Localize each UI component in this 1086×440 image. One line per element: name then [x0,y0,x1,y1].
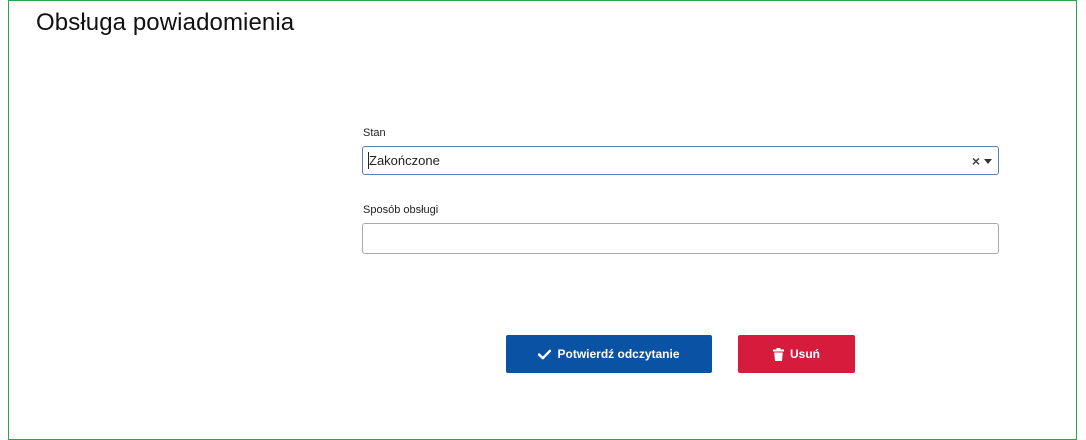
handling-method-label: Sposób obsługi [363,204,439,216]
check-icon [538,349,552,360]
status-label: Stan [363,127,386,139]
notification-handling-panel: Obsługa powiadomienia Stan Zakończone × … [8,0,1077,440]
confirm-read-label: Potwierdź odczytanie [557,347,680,361]
handling-method-input[interactable] [362,223,999,254]
delete-button[interactable]: Usuń [738,335,855,373]
clear-icon[interactable]: × [972,152,980,170]
status-select[interactable]: Zakończone × [362,146,999,175]
status-select-value: Zakończone [369,153,440,168]
confirm-read-button[interactable]: Potwierdź odczytanie [506,335,712,373]
page-title: Obsługa powiadomienia [36,9,295,36]
chevron-down-icon[interactable] [984,159,992,164]
trash-icon [773,347,784,361]
delete-label: Usuń [790,347,820,361]
